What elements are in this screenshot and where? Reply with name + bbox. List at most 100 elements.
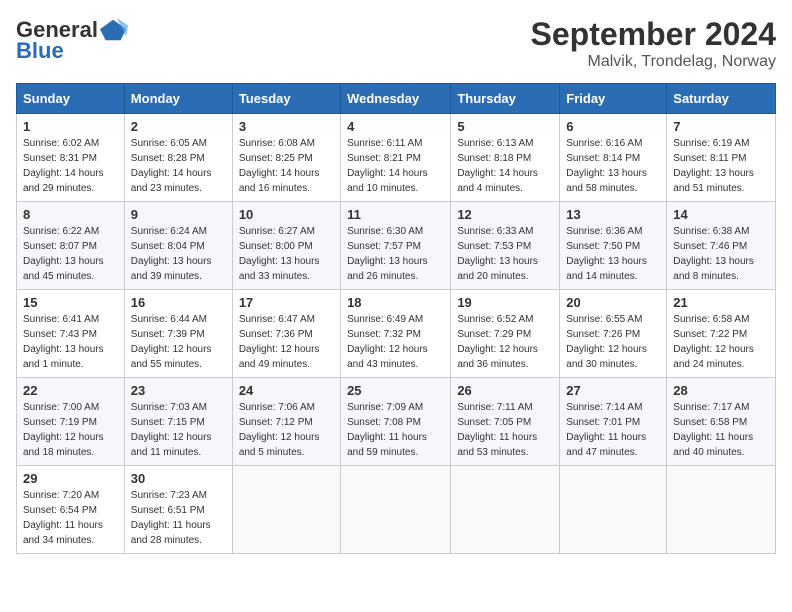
calendar-cell: 4 Sunrise: 6:11 AM Sunset: 8:21 PM Dayli…: [341, 114, 451, 202]
day-detail: Sunrise: 6:44 AM Sunset: 7:39 PM Dayligh…: [131, 312, 226, 372]
day-detail: Sunrise: 6:08 AM Sunset: 8:25 PM Dayligh…: [239, 136, 334, 196]
day-detail: Sunrise: 6:13 AM Sunset: 8:18 PM Dayligh…: [457, 136, 553, 196]
calendar-cell: 12 Sunrise: 6:33 AM Sunset: 7:53 PM Dayl…: [451, 202, 560, 290]
calendar-cell: 17 Sunrise: 6:47 AM Sunset: 7:36 PM Dayl…: [232, 290, 340, 378]
day-number: 12: [457, 207, 553, 222]
calendar-cell: 20 Sunrise: 6:55 AM Sunset: 7:26 PM Dayl…: [560, 290, 667, 378]
day-detail: Sunrise: 6:49 AM Sunset: 7:32 PM Dayligh…: [347, 312, 444, 372]
weekday-header-thursday: Thursday: [451, 84, 560, 114]
day-detail: Sunrise: 6:24 AM Sunset: 8:04 PM Dayligh…: [131, 224, 226, 284]
calendar-week-row: 29 Sunrise: 7:20 AM Sunset: 6:54 PM Dayl…: [17, 466, 776, 554]
weekday-header-wednesday: Wednesday: [341, 84, 451, 114]
day-number: 3: [239, 119, 334, 134]
calendar-week-row: 22 Sunrise: 7:00 AM Sunset: 7:19 PM Dayl…: [17, 378, 776, 466]
day-detail: Sunrise: 6:36 AM Sunset: 7:50 PM Dayligh…: [566, 224, 660, 284]
day-detail: Sunrise: 6:38 AM Sunset: 7:46 PM Dayligh…: [673, 224, 769, 284]
day-number: 26: [457, 383, 553, 398]
calendar-cell: [560, 466, 667, 554]
day-detail: Sunrise: 7:14 AM Sunset: 7:01 PM Dayligh…: [566, 400, 660, 460]
day-detail: Sunrise: 6:19 AM Sunset: 8:11 PM Dayligh…: [673, 136, 769, 196]
day-number: 13: [566, 207, 660, 222]
calendar-cell: [341, 466, 451, 554]
day-number: 25: [347, 383, 444, 398]
day-number: 16: [131, 295, 226, 310]
day-detail: Sunrise: 6:55 AM Sunset: 7:26 PM Dayligh…: [566, 312, 660, 372]
calendar-cell: 19 Sunrise: 6:52 AM Sunset: 7:29 PM Dayl…: [451, 290, 560, 378]
calendar-cell: 28 Sunrise: 7:17 AM Sunset: 6:58 PM Dayl…: [667, 378, 776, 466]
calendar-cell: 21 Sunrise: 6:58 AM Sunset: 7:22 PM Dayl…: [667, 290, 776, 378]
calendar-week-row: 8 Sunrise: 6:22 AM Sunset: 8:07 PM Dayli…: [17, 202, 776, 290]
day-number: 30: [131, 471, 226, 486]
calendar-cell: 5 Sunrise: 6:13 AM Sunset: 8:18 PM Dayli…: [451, 114, 560, 202]
calendar-cell: 30 Sunrise: 7:23 AM Sunset: 6:51 PM Dayl…: [124, 466, 232, 554]
day-number: 9: [131, 207, 226, 222]
calendar-cell: 16 Sunrise: 6:44 AM Sunset: 7:39 PM Dayl…: [124, 290, 232, 378]
day-number: 22: [23, 383, 118, 398]
calendar-cell: 6 Sunrise: 6:16 AM Sunset: 8:14 PM Dayli…: [560, 114, 667, 202]
calendar-header-row: SundayMondayTuesdayWednesdayThursdayFrid…: [17, 84, 776, 114]
day-number: 5: [457, 119, 553, 134]
calendar-cell: 24 Sunrise: 7:06 AM Sunset: 7:12 PM Dayl…: [232, 378, 340, 466]
day-number: 21: [673, 295, 769, 310]
day-number: 7: [673, 119, 769, 134]
calendar-cell: 1 Sunrise: 6:02 AM Sunset: 8:31 PM Dayli…: [17, 114, 125, 202]
calendar-week-row: 1 Sunrise: 6:02 AM Sunset: 8:31 PM Dayli…: [17, 114, 776, 202]
day-number: 4: [347, 119, 444, 134]
day-detail: Sunrise: 6:02 AM Sunset: 8:31 PM Dayligh…: [23, 136, 118, 196]
month-year-title: September 2024: [531, 16, 776, 53]
weekday-header-friday: Friday: [560, 84, 667, 114]
day-number: 20: [566, 295, 660, 310]
day-number: 14: [673, 207, 769, 222]
day-detail: Sunrise: 6:11 AM Sunset: 8:21 PM Dayligh…: [347, 136, 444, 196]
day-detail: Sunrise: 6:58 AM Sunset: 7:22 PM Dayligh…: [673, 312, 769, 372]
logo: General Blue: [16, 16, 128, 64]
calendar-cell: 15 Sunrise: 6:41 AM Sunset: 7:43 PM Dayl…: [17, 290, 125, 378]
day-number: 28: [673, 383, 769, 398]
day-number: 2: [131, 119, 226, 134]
day-number: 24: [239, 383, 334, 398]
day-detail: Sunrise: 7:06 AM Sunset: 7:12 PM Dayligh…: [239, 400, 334, 460]
day-number: 15: [23, 295, 118, 310]
day-detail: Sunrise: 7:09 AM Sunset: 7:08 PM Dayligh…: [347, 400, 444, 460]
day-detail: Sunrise: 6:52 AM Sunset: 7:29 PM Dayligh…: [457, 312, 553, 372]
calendar-cell: 2 Sunrise: 6:05 AM Sunset: 8:28 PM Dayli…: [124, 114, 232, 202]
weekday-header-tuesday: Tuesday: [232, 84, 340, 114]
calendar-cell: 13 Sunrise: 6:36 AM Sunset: 7:50 PM Dayl…: [560, 202, 667, 290]
day-number: 1: [23, 119, 118, 134]
title-block: September 2024 Malvik, Trondelag, Norway: [531, 16, 776, 71]
day-number: 19: [457, 295, 553, 310]
calendar-cell: 7 Sunrise: 6:19 AM Sunset: 8:11 PM Dayli…: [667, 114, 776, 202]
calendar-cell: 22 Sunrise: 7:00 AM Sunset: 7:19 PM Dayl…: [17, 378, 125, 466]
day-detail: Sunrise: 6:33 AM Sunset: 7:53 PM Dayligh…: [457, 224, 553, 284]
day-detail: Sunrise: 6:05 AM Sunset: 8:28 PM Dayligh…: [131, 136, 226, 196]
calendar-cell: 27 Sunrise: 7:14 AM Sunset: 7:01 PM Dayl…: [560, 378, 667, 466]
day-detail: Sunrise: 7:00 AM Sunset: 7:19 PM Dayligh…: [23, 400, 118, 460]
calendar-cell: 3 Sunrise: 6:08 AM Sunset: 8:25 PM Dayli…: [232, 114, 340, 202]
calendar-cell: 23 Sunrise: 7:03 AM Sunset: 7:15 PM Dayl…: [124, 378, 232, 466]
day-detail: Sunrise: 6:16 AM Sunset: 8:14 PM Dayligh…: [566, 136, 660, 196]
calendar-cell: 10 Sunrise: 6:27 AM Sunset: 8:00 PM Dayl…: [232, 202, 340, 290]
calendar-cell: 25 Sunrise: 7:09 AM Sunset: 7:08 PM Dayl…: [341, 378, 451, 466]
location-subtitle: Malvik, Trondelag, Norway: [531, 53, 776, 71]
day-detail: Sunrise: 7:03 AM Sunset: 7:15 PM Dayligh…: [131, 400, 226, 460]
day-number: 6: [566, 119, 660, 134]
weekday-header-sunday: Sunday: [17, 84, 125, 114]
page-header: General Blue September 2024 Malvik, Tron…: [16, 16, 776, 71]
day-detail: Sunrise: 6:30 AM Sunset: 7:57 PM Dayligh…: [347, 224, 444, 284]
day-number: 17: [239, 295, 334, 310]
calendar-cell: [232, 466, 340, 554]
day-detail: Sunrise: 7:23 AM Sunset: 6:51 PM Dayligh…: [131, 488, 226, 548]
day-detail: Sunrise: 6:27 AM Sunset: 8:00 PM Dayligh…: [239, 224, 334, 284]
calendar-cell: 18 Sunrise: 6:49 AM Sunset: 7:32 PM Dayl…: [341, 290, 451, 378]
logo-blue-text: Blue: [16, 38, 64, 64]
day-number: 18: [347, 295, 444, 310]
calendar-cell: [451, 466, 560, 554]
weekday-header-saturday: Saturday: [667, 84, 776, 114]
day-detail: Sunrise: 7:11 AM Sunset: 7:05 PM Dayligh…: [457, 400, 553, 460]
day-detail: Sunrise: 6:22 AM Sunset: 8:07 PM Dayligh…: [23, 224, 118, 284]
day-number: 23: [131, 383, 226, 398]
day-detail: Sunrise: 7:17 AM Sunset: 6:58 PM Dayligh…: [673, 400, 769, 460]
day-detail: Sunrise: 6:47 AM Sunset: 7:36 PM Dayligh…: [239, 312, 334, 372]
day-detail: Sunrise: 7:20 AM Sunset: 6:54 PM Dayligh…: [23, 488, 118, 548]
calendar-cell: 8 Sunrise: 6:22 AM Sunset: 8:07 PM Dayli…: [17, 202, 125, 290]
